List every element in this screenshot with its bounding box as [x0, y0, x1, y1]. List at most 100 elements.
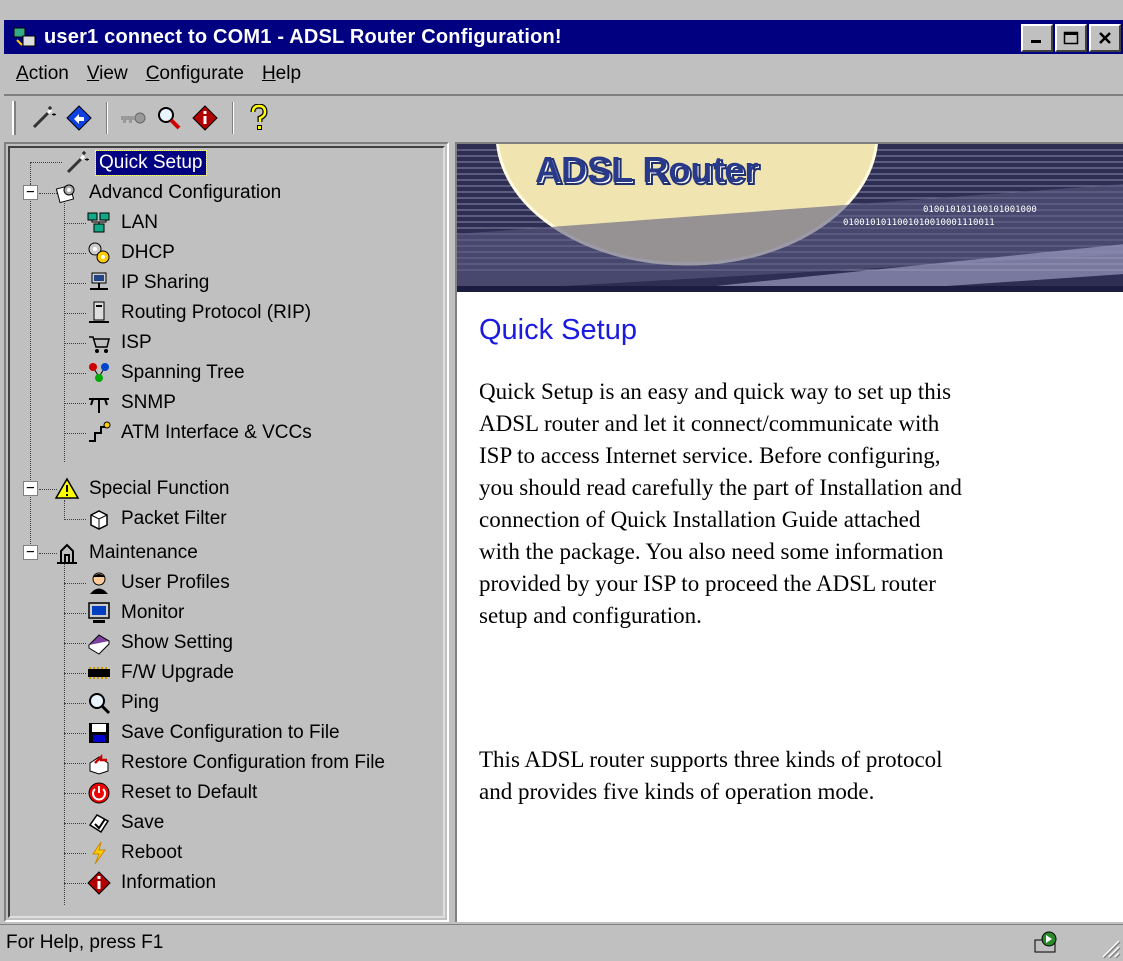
help-button[interactable]: [242, 101, 276, 135]
magnifier-icon: [158, 107, 181, 130]
information-button[interactable]: [188, 101, 222, 135]
tree-item-label: Monitor: [121, 602, 185, 623]
adsl-router-banner: 010010101100101001000 010010101100101001…: [457, 144, 1123, 292]
close-button[interactable]: [1089, 24, 1121, 52]
app-icon: [13, 27, 36, 47]
save-icon: [86, 810, 112, 836]
help-icon: [250, 104, 268, 130]
intro-line: setup and configuration.: [479, 603, 702, 628]
tree-item-information[interactable]: Information: [86, 868, 219, 898]
collapse-toggle[interactable]: −: [23, 185, 38, 200]
tree-item-packet-filter[interactable]: Packet Filter: [86, 504, 230, 534]
tree-item-label: Save Configuration to File: [121, 722, 340, 743]
keys-icon: [121, 112, 146, 124]
tree-item-restore-configuration[interactable]: Restore Configuration from File: [86, 748, 388, 778]
tree-item-label: Quick Setup: [95, 150, 207, 176]
atm-icon: [86, 420, 112, 446]
collapse-toggle[interactable]: −: [23, 545, 38, 560]
tree-item-fw-upgrade[interactable]: F/W Upgrade: [86, 658, 237, 688]
tree-item-user-profiles[interactable]: User Profiles: [86, 568, 233, 598]
wand-icon: [64, 150, 90, 176]
title-bar[interactable]: user1 connect to COM1 - ADSL Router Conf…: [4, 20, 1123, 54]
tree-item-ip-sharing[interactable]: IP Sharing: [86, 268, 212, 298]
monitor-icon: [86, 600, 112, 626]
search-button[interactable]: [152, 101, 186, 135]
tree-item-spanning-tree[interactable]: Spanning Tree: [86, 358, 248, 388]
tree-item-label: SNMP: [121, 392, 176, 413]
tree-item-reboot[interactable]: Reboot: [86, 838, 185, 868]
tree-connector: [64, 793, 86, 794]
password-button[interactable]: [116, 101, 150, 135]
content-heading: Quick Setup: [479, 314, 637, 346]
tree-item-label: Reboot: [121, 842, 183, 863]
tree-item-advanced-configuration[interactable]: Advancd Configuration: [54, 178, 284, 208]
protocol-line: This ADSL router supports three kinds of…: [479, 747, 943, 772]
content-pane: 010010101100101001000 010010101100101001…: [455, 142, 1123, 922]
connect-button[interactable]: [62, 101, 96, 135]
tree-connector: [64, 703, 86, 704]
resize-grip-icon[interactable]: [1097, 935, 1121, 959]
tree-item-lan[interactable]: LAN: [86, 208, 161, 238]
tree-item-quick-setup[interactable]: Quick Setup: [64, 148, 207, 178]
menu-view[interactable]: View: [87, 63, 128, 85]
tree-connector: [64, 313, 86, 314]
routing-icon: [86, 300, 112, 326]
power-icon: [86, 780, 112, 806]
tree-item-save[interactable]: Save: [86, 808, 167, 838]
minimize-button[interactable]: [1021, 24, 1053, 52]
quick-setup-button[interactable]: [26, 101, 60, 135]
tree-item-snmp[interactable]: SNMP: [86, 388, 179, 418]
tree-connector: [64, 253, 86, 254]
toolbar: [4, 94, 1123, 140]
dhcp-icon: [86, 240, 112, 266]
collapse-toggle[interactable]: −: [23, 481, 38, 496]
tree-item-isp[interactable]: ISP: [86, 328, 155, 358]
intro-line: ADSL router and let it connect/communica…: [479, 411, 940, 436]
maximize-icon: [1063, 31, 1079, 45]
navigation-tree: Quick Setup − Advancd Configuration LAN …: [4, 142, 449, 922]
banner-bits-line-2: 0100101011001010010001110011: [843, 218, 995, 228]
tree-connector: [64, 883, 86, 884]
toolbar-separator: [106, 102, 108, 134]
tree-connector: [64, 223, 86, 224]
menu-action[interactable]: Action: [16, 63, 69, 85]
tree-connector: [64, 343, 86, 344]
toolbar-grip[interactable]: [12, 101, 16, 135]
tree-item-label: Maintenance: [89, 542, 198, 563]
tree-item-show-setting[interactable]: Show Setting: [86, 628, 236, 658]
tree-item-label: Advancd Configuration: [89, 182, 282, 203]
tree-item-ping[interactable]: Ping: [86, 688, 162, 718]
tree-item-routing-protocol[interactable]: Routing Protocol (RIP): [86, 298, 314, 328]
menu-configurate[interactable]: Configurate: [146, 63, 244, 85]
tree-connector: [64, 733, 86, 734]
tree-item-dhcp[interactable]: DHCP: [86, 238, 178, 268]
tree-connector: [64, 853, 86, 854]
tree-connector: [64, 519, 86, 520]
tree-item-label: Reset to Default: [121, 782, 258, 803]
tree-connector: [64, 763, 86, 764]
tree-item-save-configuration[interactable]: Save Configuration to File: [86, 718, 343, 748]
info-icon: [192, 105, 218, 131]
tree-item-label: Special Function: [89, 478, 230, 499]
tree-connector: [64, 373, 86, 374]
tree-item-label: ISP: [121, 332, 152, 353]
connection-status-icon: [1034, 931, 1057, 953]
status-text: For Help, press F1: [6, 932, 164, 953]
maximize-button[interactable]: [1055, 24, 1087, 52]
tree-item-label: IP Sharing: [121, 272, 210, 293]
tree-item-maintenance[interactable]: Maintenance: [54, 538, 201, 568]
menu-help[interactable]: Help: [262, 63, 301, 85]
tree-connector: [64, 613, 86, 614]
tree-item-label: Show Setting: [121, 632, 233, 653]
intro-line: ISP to access Internet service. Before c…: [479, 443, 941, 468]
tree-item-label: Spanning Tree: [121, 362, 245, 383]
toolbar-separator: [232, 102, 234, 134]
tree-item-reset-to-default[interactable]: Reset to Default: [86, 778, 260, 808]
tree-connector: [30, 184, 31, 556]
tree-item-monitor[interactable]: Monitor: [86, 598, 187, 628]
book-icon: [86, 630, 112, 656]
tree-item-special-function[interactable]: Special Function: [54, 474, 232, 504]
ip-sharing-icon: [86, 270, 112, 296]
tree-item-atm-interface[interactable]: ATM Interface & VCCs: [86, 418, 315, 448]
intro-line: connection of Quick Installation Guide a…: [479, 507, 921, 532]
